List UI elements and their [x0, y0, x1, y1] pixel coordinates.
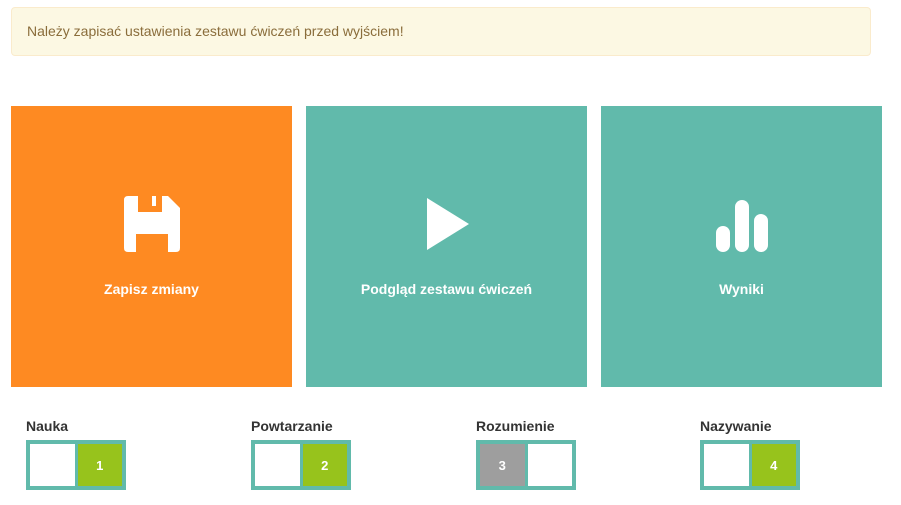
results-label: Wyniki: [719, 281, 764, 297]
level-cell-value: 1: [77, 444, 122, 486]
results-tile[interactable]: Wyniki: [601, 106, 882, 387]
category-nazywanie: Nazywanie 4: [685, 417, 800, 490]
save-changes-tile[interactable]: Zapisz zmiany: [11, 106, 292, 387]
level-selector-rozumienie[interactable]: 3: [476, 440, 576, 490]
level-selector-powtarzanie[interactable]: 2: [251, 440, 351, 490]
category-nauka: Nauka 1: [11, 417, 126, 490]
category-rozumienie: Rozumienie 3: [461, 417, 576, 490]
alert-message: Należy zapisać ustawienia zestawu ćwicze…: [27, 23, 404, 39]
level-cell-empty: [30, 444, 75, 486]
category-label: Rozumienie: [476, 418, 555, 434]
category-label: Nazywanie: [700, 418, 772, 434]
level-cell-empty: [704, 444, 749, 486]
level-cell-value: 3: [480, 444, 525, 486]
preview-exercise-set-tile[interactable]: Podgląd zestawu ćwiczeń: [306, 106, 587, 387]
level-cell-empty: [255, 444, 300, 486]
preview-exercise-set-label: Podgląd zestawu ćwiczeń: [360, 281, 533, 297]
floppy-disk-icon: [123, 196, 180, 252]
level-selector-nazywanie[interactable]: 4: [700, 440, 800, 490]
unsaved-changes-alert: Należy zapisać ustawienia zestawu ćwicze…: [11, 7, 871, 56]
category-label: Nauka: [26, 418, 69, 434]
level-cell-value: 2: [302, 444, 347, 486]
category-powtarzanie: Powtarzanie 2: [236, 417, 351, 490]
save-changes-label: Zapisz zmiany: [104, 281, 199, 297]
play-icon: [426, 198, 469, 250]
level-selector-nauka[interactable]: 1: [26, 440, 126, 490]
bar-chart-icon: [715, 200, 768, 252]
category-label: Powtarzanie: [251, 418, 333, 434]
level-cell-value: 4: [751, 444, 796, 486]
level-cell-empty: [527, 444, 572, 486]
